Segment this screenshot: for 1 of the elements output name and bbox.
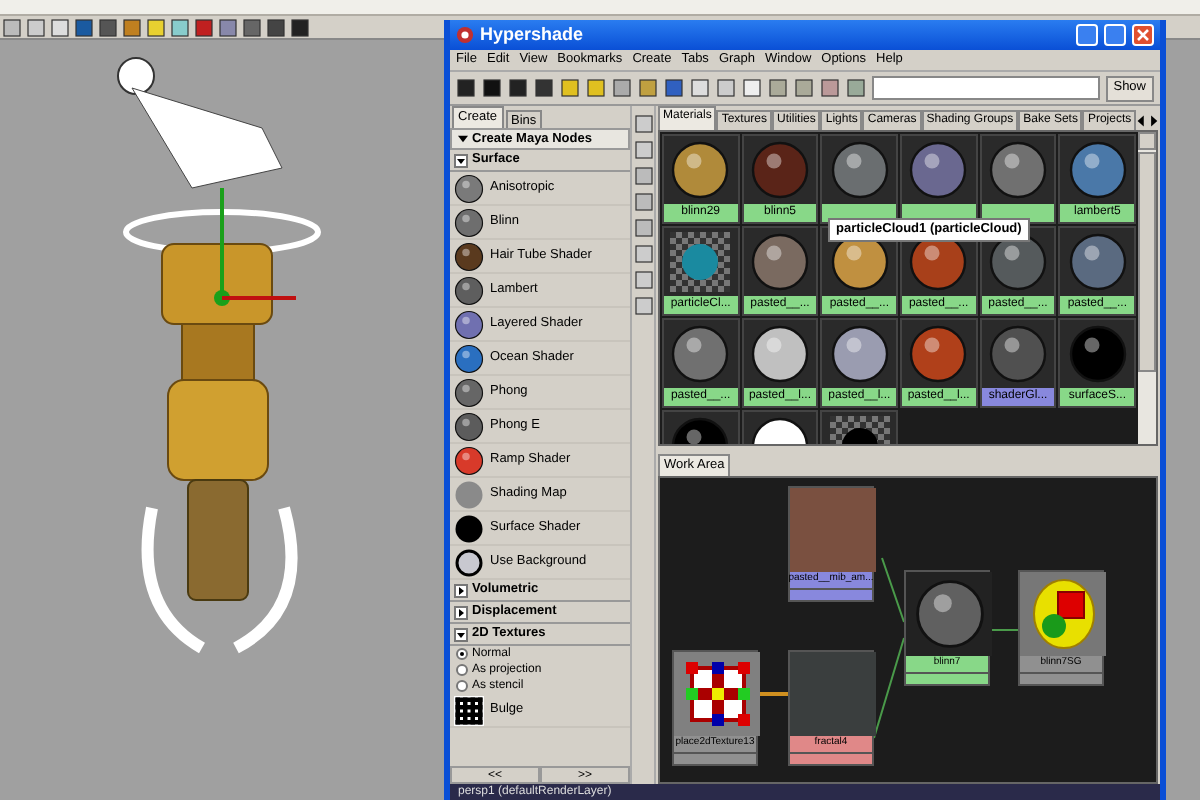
window-title: Hypershade xyxy=(480,21,584,48)
